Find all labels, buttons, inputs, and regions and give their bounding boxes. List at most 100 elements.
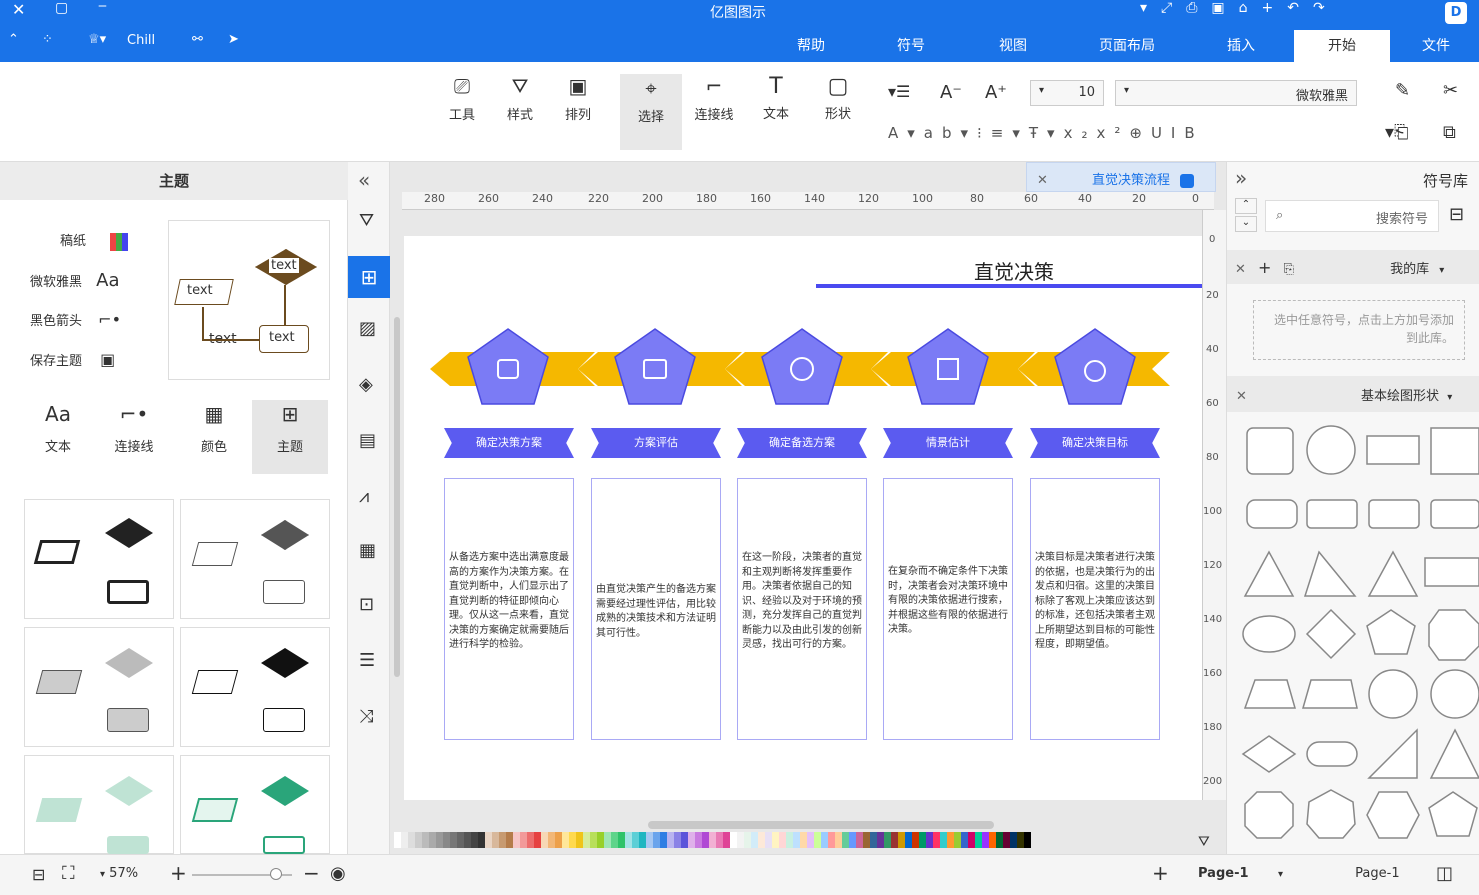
color-swatch[interactable] [933,832,940,848]
apps-icon[interactable]: ⁘ [42,32,53,47]
color-swatch[interactable] [569,832,576,848]
shirt-icon[interactable]: ♕▾ [88,32,106,47]
color-swatch[interactable] [772,832,779,848]
zoom-in-icon[interactable]: + [170,861,187,885]
tab-symbols[interactable]: 符号 [885,30,937,62]
color-swatch[interactable] [632,832,639,848]
color-swatch[interactable] [583,832,590,848]
page-selector[interactable]: ▾ Page-1 [1278,866,1400,881]
color-swatch[interactable] [821,832,828,848]
step-text-3[interactable]: 在这一阶段，决策者的直觉和主观判断将发挥重要作用。决策者依据自己的知识、经验以及… [737,478,867,740]
color-swatch[interactable] [702,832,709,848]
step-text-4[interactable]: 由直觉决策产生的备选方案需要经过理性评估，用比较成熟的决策技术和方法证明其可行性… [591,478,721,740]
color-swatch[interactable] [695,832,702,848]
theme-card-3[interactable] [24,627,174,747]
drawing-page[interactable]: 直觉决策 确定决策方案 方案评估 确定备选方案 情景估计 确定决策目标 从备选方… [404,236,1202,800]
tool-style[interactable]: ⛛ 样式 [498,74,542,123]
layers-icon[interactable]: ◈ [359,374,373,395]
color-swatch[interactable] [429,832,436,848]
color-swatch[interactable] [534,832,541,848]
font-shrink-icon[interactable]: A⁻ [940,82,962,103]
color-swatch[interactable] [597,832,604,848]
theme-option-save[interactable]: 保存主题 ▣ [30,350,115,369]
play-icon[interactable]: ◉ [330,863,346,884]
font-size-select[interactable]: ▾ 10 [1030,80,1104,106]
tool-connector[interactable]: ⌐ 连接线 [690,74,738,123]
cut-icon[interactable]: ✂ [1443,80,1458,101]
tab-insert[interactable]: 插入 [1215,30,1267,62]
color-swatch[interactable] [954,832,961,848]
tab-view[interactable]: 视图 [987,30,1039,62]
color-swatch[interactable] [625,832,632,848]
close-icon[interactable]: ✕ [12,0,25,19]
align-icon[interactable]: ▾☰ [888,82,910,101]
color-swatch[interactable] [415,832,422,848]
color-swatch[interactable] [863,832,870,848]
color-swatch[interactable] [590,832,597,848]
color-swatch[interactable] [730,832,737,848]
step-text-1[interactable]: 决策目标是决策者进行决策的依据，也是决策行为的出发点和归宿。这里的决策目标除了客… [1030,478,1160,740]
font-name-select[interactable]: ▾ 微软雅黑 [1115,80,1357,106]
color-swatch[interactable] [716,832,723,848]
panel-toggle-icon[interactable]: ◫ [1436,863,1453,884]
theme-tab-connector[interactable]: ⌐• 连接线 [104,402,164,472]
color-swatch[interactable] [989,832,996,848]
color-swatch[interactable] [877,832,884,848]
minimize-icon[interactable]: ‒ [98,0,107,14]
theme-card-6[interactable] [180,755,330,854]
color-swatch[interactable] [541,832,548,848]
color-swatch[interactable] [513,832,520,848]
step-text-5[interactable]: 从备选方案中选出满意度最高的方案作为决策方案。在直觉判断中，人们显示出了直觉判断… [444,478,574,740]
color-swatch[interactable] [450,832,457,848]
add-icon[interactable]: + [1258,258,1271,277]
tool-text[interactable]: T 文本 [754,74,798,122]
color-swatch[interactable] [744,832,751,848]
history-icon[interactable]: ☰ [359,650,375,671]
send-icon[interactable]: ➤ [228,32,239,47]
scroll-up-icon[interactable]: ⌃ [1235,198,1257,214]
color-swatch[interactable] [639,832,646,848]
theme-option-arrow[interactable]: 黑色箭头 ⌐• [30,310,121,329]
color-swatch[interactable] [408,832,415,848]
chart-icon[interactable]: ⩘ [359,486,369,507]
scroll-thumb-h[interactable] [648,821,994,829]
color-swatch[interactable] [912,832,919,848]
color-swatch[interactable] [562,832,569,848]
color-swatch[interactable] [940,832,947,848]
color-swatch[interactable] [751,832,758,848]
crop-icon[interactable]: ⊡ [359,594,374,615]
color-swatch[interactable] [919,832,926,848]
color-swatch[interactable] [394,832,401,848]
theme-option-font[interactable]: 微软雅黑 Aa [30,270,120,291]
image-icon[interactable]: ▨ [359,318,376,339]
color-swatch[interactable] [737,832,744,848]
color-swatch[interactable] [982,832,989,848]
color-swatch[interactable] [898,832,905,848]
color-swatch[interactable] [618,832,625,848]
theme-card-2[interactable] [180,499,330,619]
color-swatch[interactable] [870,832,877,848]
color-swatch[interactable] [996,832,1003,848]
fill-icon[interactable]: ⛛ [359,210,374,231]
page-icon[interactable]: ▤ [359,430,376,451]
theme-card-1[interactable] [24,499,174,619]
color-swatch[interactable] [499,832,506,848]
color-swatch[interactable] [842,832,849,848]
color-swatch[interactable] [422,832,429,848]
color-swatch[interactable] [779,832,786,848]
color-swatch[interactable] [457,832,464,848]
color-swatch[interactable] [947,832,954,848]
color-swatch[interactable] [1017,832,1024,848]
color-swatch[interactable] [723,832,730,848]
color-swatch[interactable] [667,832,674,848]
collapse-ribbon-icon[interactable]: ⌃ [8,32,19,47]
color-swatch[interactable] [548,832,555,848]
scroll-down-icon[interactable]: ⌄ [1235,216,1257,232]
color-swatch[interactable] [436,832,443,848]
font-grow-icon[interactable]: A⁺ [985,82,1007,103]
collapse-left-icon[interactable]: « [358,168,370,192]
color-swatch[interactable] [492,832,499,848]
color-swatch[interactable] [611,832,618,848]
color-swatch[interactable] [786,832,793,848]
color-swatch[interactable] [828,832,835,848]
